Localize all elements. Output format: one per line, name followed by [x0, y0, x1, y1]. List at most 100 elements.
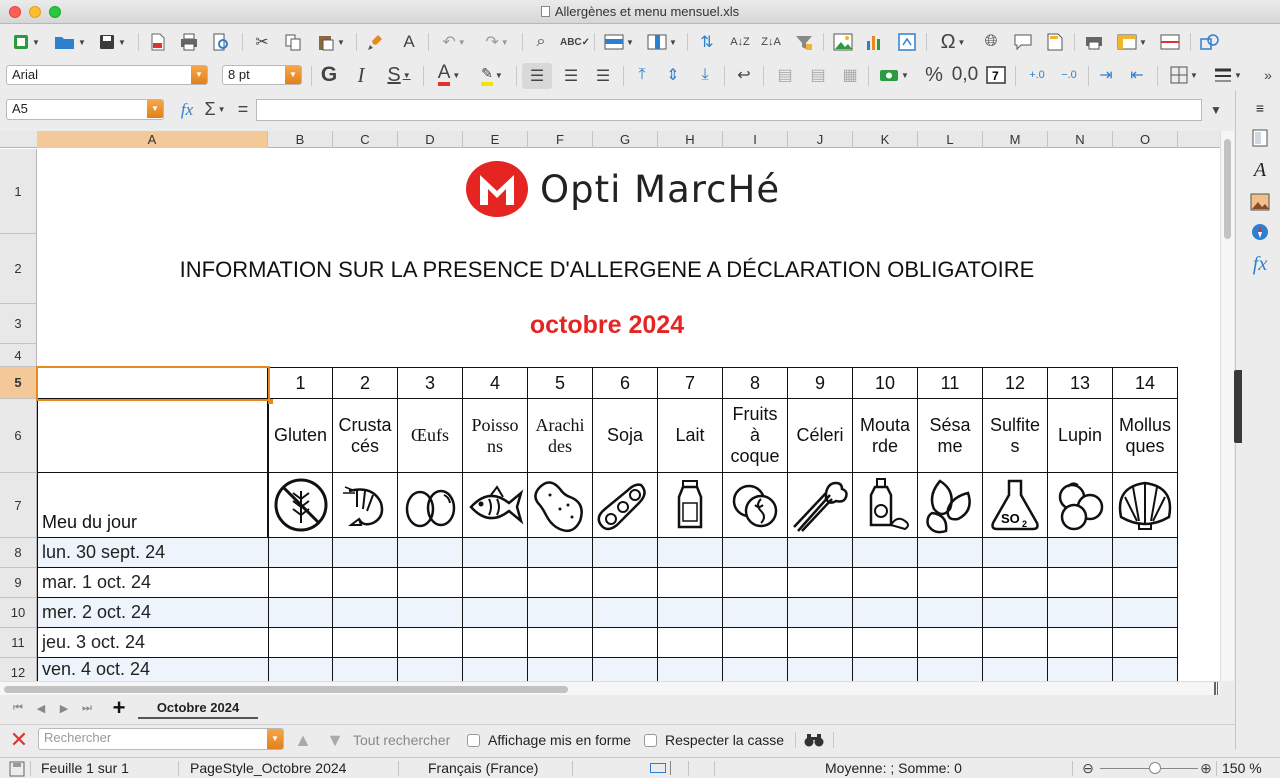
search-input[interactable]: Rechercher ▼: [38, 728, 284, 750]
allergen-day-cell[interactable]: [528, 628, 593, 658]
find-replace-button[interactable]: ⌕: [530, 32, 552, 52]
allergen-day-cell[interactable]: [788, 568, 853, 598]
italic-button[interactable]: I: [350, 63, 372, 87]
allergen-icon-cell[interactable]: [593, 473, 658, 538]
allergen-day-cell[interactable]: [853, 658, 918, 681]
formatted-display-checkbox[interactable]: Affichage mis en forme: [467, 732, 631, 748]
allergen-day-cell[interactable]: [983, 538, 1048, 568]
allergen-day-cell[interactable]: [983, 658, 1048, 681]
row-header-11[interactable]: 11: [0, 628, 37, 658]
expand-formula-bar-button[interactable]: ▼: [1206, 99, 1226, 120]
allergen-day-cell[interactable]: [398, 568, 463, 598]
allergen-day-cell[interactable]: [918, 568, 983, 598]
center-vertically-button[interactable]: ⇕: [661, 64, 685, 86]
navigator-button[interactable]: [1248, 220, 1272, 244]
allergen-day-cell[interactable]: [1048, 658, 1113, 681]
cell-a7[interactable]: Meu du jour: [37, 473, 268, 538]
font-name-dropdown-arrow[interactable]: ▼: [191, 66, 207, 84]
comment-button[interactable]: [1011, 32, 1035, 52]
allergen-icon-cell[interactable]: [1113, 473, 1178, 538]
allergen-day-cell[interactable]: [268, 658, 333, 681]
allergen-number[interactable]: 5: [528, 367, 593, 399]
allergen-name[interactable]: Soja: [593, 399, 658, 473]
allergen-day-cell[interactable]: [1113, 658, 1178, 681]
allergen-icon-cell[interactable]: [398, 473, 463, 538]
gallery-button[interactable]: [1248, 190, 1272, 214]
allergen-icon-cell[interactable]: [268, 473, 333, 538]
fill-handle[interactable]: [268, 399, 273, 404]
row-header-2[interactable]: 2: [0, 234, 37, 304]
sidebar-menu-button[interactable]: ≡: [1248, 96, 1272, 120]
column-header-m[interactable]: M: [983, 131, 1048, 148]
increase-indent-button[interactable]: ⇥: [1094, 64, 1118, 86]
column-header-b[interactable]: B: [268, 131, 333, 148]
allergen-number[interactable]: 2: [333, 367, 398, 399]
allergen-day-cell[interactable]: [1113, 628, 1178, 658]
allergen-day-cell[interactable]: [593, 538, 658, 568]
row-header-7[interactable]: 7: [0, 473, 37, 538]
allergen-day-cell[interactable]: [723, 598, 788, 628]
bold-button[interactable]: G: [318, 63, 340, 86]
allergen-day-cell[interactable]: [918, 598, 983, 628]
column-header-e[interactable]: E: [463, 131, 528, 148]
align-top-button[interactable]: ⤒: [630, 64, 654, 86]
allergen-day-cell[interactable]: [1113, 568, 1178, 598]
allergen-day-cell[interactable]: [1048, 628, 1113, 658]
allergen-day-cell[interactable]: [268, 568, 333, 598]
allergen-day-cell[interactable]: [658, 658, 723, 681]
allergen-icon-cell[interactable]: [918, 473, 983, 538]
allergen-number[interactable]: 11: [918, 367, 983, 399]
column-button[interactable]: ▼: [643, 32, 681, 52]
allergen-name[interactable]: Œufs: [398, 399, 463, 473]
allergen-day-cell[interactable]: [658, 628, 723, 658]
row-header-6[interactable]: 6: [0, 399, 37, 473]
previous-sheet-button[interactable]: ◀: [33, 700, 49, 716]
row-header-4[interactable]: 4: [0, 344, 37, 367]
define-print-area-button[interactable]: [1082, 32, 1106, 52]
copy-button[interactable]: [282, 32, 304, 52]
allergen-icon-cell[interactable]: [463, 473, 528, 538]
allergen-day-cell[interactable]: [983, 598, 1048, 628]
allergen-day-cell[interactable]: [398, 598, 463, 628]
save-button[interactable]: ▼: [94, 32, 130, 52]
allergen-day-cell[interactable]: [593, 628, 658, 658]
column-header-k[interactable]: K: [853, 131, 918, 148]
allergen-day-cell[interactable]: [983, 568, 1048, 598]
pivot-table-button[interactable]: [895, 32, 919, 52]
day-cell[interactable]: mar. 1 oct. 24: [37, 568, 268, 598]
allergen-day-cell[interactable]: [918, 658, 983, 681]
allergen-name[interactable]: Arachi des: [528, 399, 593, 473]
currency-format-button[interactable]: ▼: [874, 64, 914, 86]
cell-a6[interactable]: [37, 399, 268, 473]
allergen-day-cell[interactable]: [1048, 538, 1113, 568]
allergen-day-cell[interactable]: [268, 598, 333, 628]
language[interactable]: Français (France): [428, 760, 538, 776]
allergen-day-cell[interactable]: [983, 628, 1048, 658]
properties-button[interactable]: [1248, 126, 1272, 150]
zoom-out-button[interactable]: ⊖: [1080, 760, 1096, 776]
more-toolbar-button[interactable]: »: [1258, 64, 1278, 86]
border-style-button[interactable]: ▼: [1208, 64, 1248, 86]
font-name-combobox[interactable]: Arial ▼: [6, 65, 208, 85]
align-left-button[interactable]: ☰: [522, 63, 552, 89]
selection-mode-icon[interactable]: [650, 763, 666, 773]
find-previous-button[interactable]: ▲: [292, 729, 314, 751]
allergen-day-cell[interactable]: [333, 658, 398, 681]
row-header-3[interactable]: 3: [0, 304, 37, 344]
allergen-day-cell[interactable]: [268, 628, 333, 658]
row-header-12[interactable]: 12: [0, 658, 37, 681]
vertical-scroll-thumb[interactable]: [1224, 139, 1231, 239]
allergen-day-cell[interactable]: [723, 628, 788, 658]
allergen-day-cell[interactable]: [528, 658, 593, 681]
allergen-day-cell[interactable]: [528, 538, 593, 568]
allergen-day-cell[interactable]: [463, 538, 528, 568]
redo-button[interactable]: ↷ ▼: [479, 32, 515, 52]
column-header-c[interactable]: C: [333, 131, 398, 148]
allergen-day-cell[interactable]: [918, 628, 983, 658]
allergen-number[interactable]: 9: [788, 367, 853, 399]
allergen-number[interactable]: 7: [658, 367, 723, 399]
column-header-f[interactable]: F: [528, 131, 593, 148]
allergen-day-cell[interactable]: [658, 598, 723, 628]
paste-button[interactable]: ▼: [313, 32, 349, 52]
allergen-icon-cell[interactable]: [723, 473, 788, 538]
